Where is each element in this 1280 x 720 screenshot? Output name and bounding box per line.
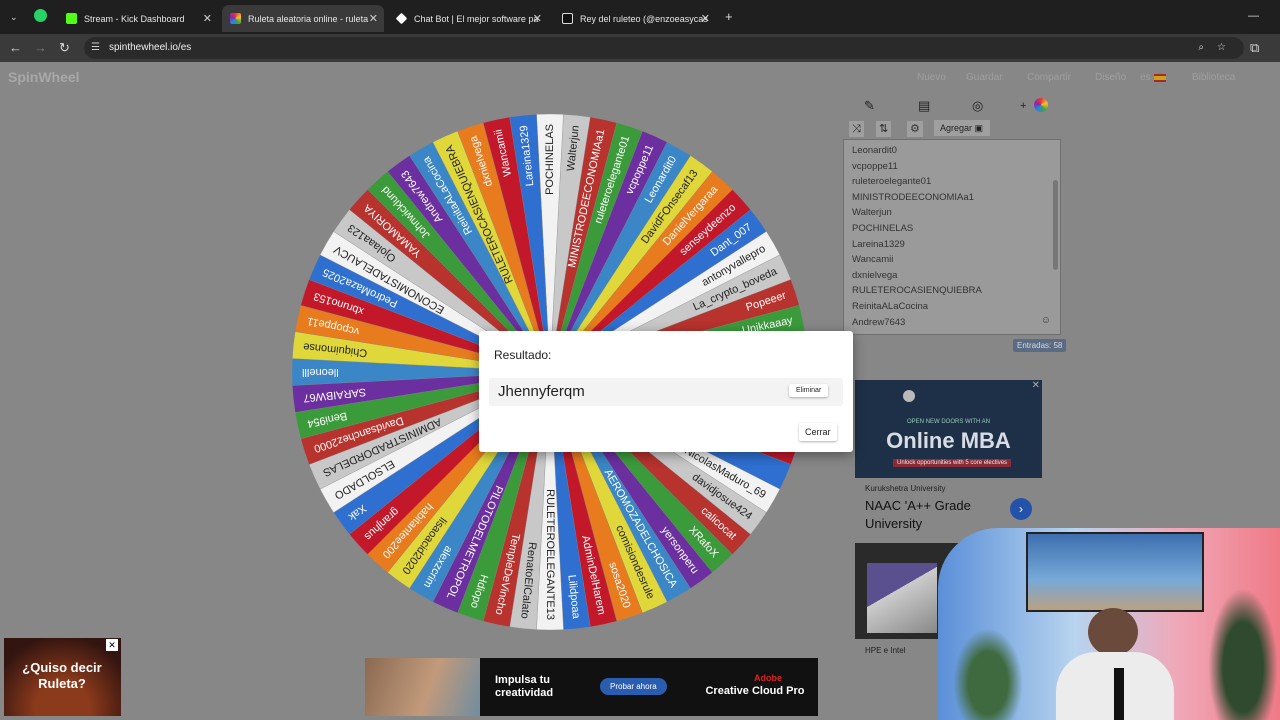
tab-ruleta[interactable]: Ruleta aleatoria online - ruleta ✕ [222, 5, 384, 32]
sort-icon[interactable]: ⇅ [876, 121, 892, 137]
person [1088, 608, 1138, 656]
adobe-brand: Adobe [754, 673, 782, 683]
nav-diseno[interactable]: Diseño [1095, 72, 1126, 83]
mba-title: Online MBA [886, 428, 1011, 453]
result-heading: Resultado: [494, 348, 552, 362]
tiktok-icon [562, 13, 573, 24]
adobe-product: Creative Cloud Pro [705, 685, 805, 697]
entries-list[interactable]: Leonardit0 vcpoppe11 ruleteroelegante01 … [843, 139, 1061, 335]
browser-toolbar: ← → ↻ ☰ spinthewheel.io/es ⌕ ☆ ⧉ [0, 34, 1280, 62]
university-logo [903, 390, 915, 402]
tab-tiktok[interactable]: Rey del ruleteo (@enzoeasycas ✕ [554, 5, 716, 32]
adobe-text: Impulsa tu creatividad [495, 674, 554, 699]
forward-icon[interactable]: → [34, 40, 47, 56]
plant-left [953, 628, 1023, 720]
naac-headline: NAAC 'A++ Grade University [865, 498, 971, 531]
nav-compartir[interactable]: Compartir [1027, 72, 1071, 83]
adobe-ad[interactable]: Impulsa tu creatividad Probar ahora Adob… [365, 658, 818, 716]
ruleta-promo[interactable]: ¿Quiso decir Ruleta? ✕ [4, 638, 121, 716]
emoji-icon[interactable]: ☺ [1041, 315, 1051, 326]
bookmark-star-icon[interactable]: ☆ [1217, 37, 1226, 59]
list-item[interactable]: MINISTRODEECONOMIAa1 [844, 190, 1060, 206]
list-item[interactable]: Leonardit0 [844, 143, 1060, 159]
hpe-label: HPE e Intel [865, 646, 906, 655]
university-name: Kurukshetra University [865, 484, 946, 493]
ad-next-icon[interactable]: › [1010, 498, 1032, 520]
mba-top-text: OPEN NEW DOORS WITH AN [906, 419, 990, 425]
nav-language[interactable]: es [1140, 72, 1151, 83]
add-image-icon[interactable]: + [1020, 98, 1026, 114]
list-item[interactable]: Walterjun [844, 205, 1060, 221]
zoom-icon[interactable]: ⌕ [1198, 37, 1204, 59]
close-button[interactable]: Cerrar [799, 423, 837, 441]
promo-text: ¿Quiso decir Ruleta? [22, 660, 102, 691]
ad-close-icon[interactable]: ✕ [1032, 380, 1040, 391]
tab-kick-dashboard[interactable]: Stream - Kick Dashboard ✕ [58, 5, 218, 32]
spinwheel-icon [230, 13, 241, 24]
close-tab-icon[interactable]: ✕ [701, 12, 710, 25]
list-item[interactable]: ReinitaALaCocina [844, 299, 1060, 315]
browser-tab-bar: ⌄ Stream - Kick Dashboard ✕ Ruleta aleat… [0, 0, 1280, 34]
add-button[interactable]: Agregar ▣ [934, 120, 990, 136]
settings-icon[interactable]: ⚙ [907, 121, 923, 137]
shuffle-icon[interactable]: ⤨ [849, 121, 864, 137]
webcam-overlay [938, 528, 1280, 720]
nav-nuevo[interactable]: Nuevo [917, 72, 946, 83]
list-item[interactable]: RULETEROCASIENQUIEBRA [844, 283, 1060, 299]
list-item[interactable]: ruleteroelegante01 [844, 174, 1060, 190]
site-logo[interactable]: SpinWheel [8, 69, 80, 85]
mba-sub: Unlock opportunities with 5 core electiv… [893, 459, 1012, 467]
minimize-icon[interactable]: — [1248, 8, 1259, 24]
kick-icon [66, 13, 77, 24]
microphone [1114, 668, 1124, 720]
adobe-try-button[interactable]: Probar ahora [600, 678, 667, 695]
tab-title: Stream - Kick Dashboard [84, 13, 185, 24]
new-tab-icon[interactable]: + [725, 9, 733, 25]
tab-title: Rey del ruleteo (@enzoeasycas [580, 13, 708, 24]
reload-icon[interactable]: ↻ [59, 40, 70, 56]
tab-search-icon[interactable]: ⌄ [10, 9, 18, 25]
tv-screen [1026, 532, 1204, 612]
page-content: SpinWheel Nuevo Guardar Compartir Diseño… [0, 62, 1280, 720]
tab-title: Chat Bot | El mejor software pa [414, 13, 539, 24]
entries-count-badge: Entradas: 58 [1013, 339, 1067, 352]
nav-guardar[interactable]: Guardar [966, 72, 1003, 83]
nav-biblioteca[interactable]: Biblioteca [1192, 72, 1235, 83]
list-item[interactable]: Wancamii [844, 252, 1060, 268]
mba-ad[interactable]: ✕ OPEN NEW DOORS WITH AN Online MBA Unlo… [855, 380, 1042, 478]
address-bar[interactable]: ☰ spinthewheel.io/es ⌕ ☆ [84, 37, 1244, 59]
back-icon[interactable]: ← [9, 40, 22, 56]
clipboard-icon[interactable]: ▤ [918, 98, 930, 114]
scrollbar[interactable] [1053, 180, 1058, 270]
add-label: Agregar [940, 123, 973, 133]
hide-icon[interactable]: ◎ [972, 98, 983, 114]
list-item[interactable]: Andrew7643 [844, 315, 1060, 331]
pencil-icon[interactable]: ✎ [864, 98, 875, 114]
close-tab-icon[interactable]: ✕ [369, 12, 378, 25]
whatsapp-icon[interactable] [34, 9, 47, 22]
site-info-icon[interactable]: ☰ [91, 37, 100, 59]
tab-title: Ruleta aleatoria online - ruleta [248, 13, 369, 24]
server-image [867, 563, 937, 633]
close-tab-icon[interactable]: ✕ [533, 12, 542, 25]
result-winner: Jhennyferqm [498, 383, 585, 400]
list-item[interactable]: Lareina1329 [844, 237, 1060, 253]
list-item[interactable]: POCHINELAS [844, 221, 1060, 237]
spain-flag-icon [1154, 74, 1166, 82]
extensions-icon[interactable]: ⧉ [1250, 40, 1259, 56]
diamond-icon [395, 12, 408, 25]
list-item[interactable]: vcpoppe11 [844, 159, 1060, 175]
result-dialog: Resultado: Jhennyferqm Eliminar Cerrar [479, 331, 853, 452]
result-winner-box: Jhennyferqm Eliminar [489, 378, 843, 406]
close-tab-icon[interactable]: ✕ [203, 12, 212, 25]
plant-right [1208, 588, 1278, 720]
url-text: spinthewheel.io/es [109, 42, 192, 53]
tab-chat-bot[interactable]: Chat Bot | El mejor software pa ✕ [388, 5, 548, 32]
list-item[interactable]: dxnielvega [844, 268, 1060, 284]
adobe-photo [365, 658, 480, 716]
close-ad-icon[interactable]: ✕ [106, 639, 118, 651]
color-wheel-icon[interactable] [1034, 98, 1048, 112]
remove-button[interactable]: Eliminar [789, 384, 829, 397]
